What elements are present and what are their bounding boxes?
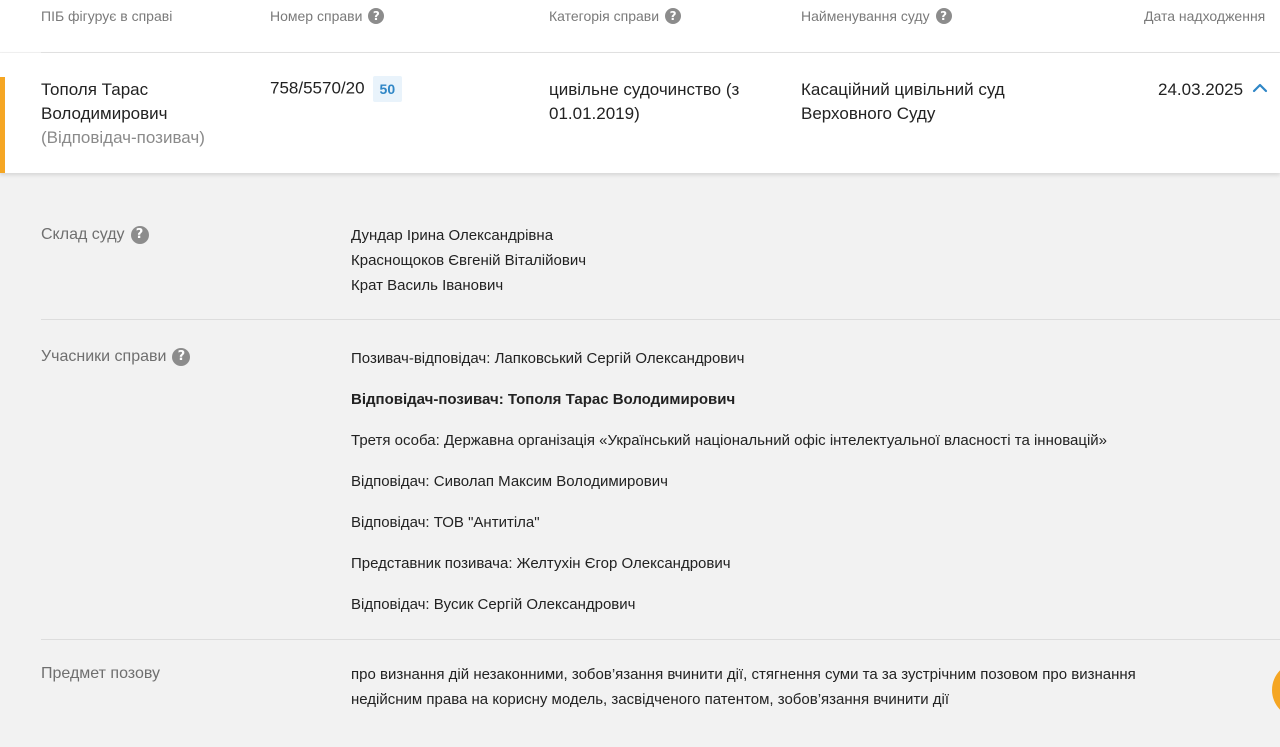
court-line1: Касаційний цивільний суд (801, 80, 1005, 99)
case-number: 758/5570/20 (270, 78, 365, 98)
composition-label-text: Склад суду (41, 226, 125, 243)
subject-label-text: Предмет позову (41, 665, 161, 682)
header-case-number-label: Номер справи (270, 8, 363, 24)
header-case-number: Номер справи ? (270, 8, 385, 24)
documents-count-badge[interactable]: 50 (372, 76, 403, 102)
help-icon[interactable]: ? (172, 348, 191, 366)
chevron-up-icon[interactable] (1251, 79, 1269, 97)
participant-item: Представник позивача: Желтухін Єгор Олек… (351, 555, 731, 572)
help-icon[interactable]: ? (368, 8, 385, 24)
date-cell: 24.03.2025 (1158, 78, 1269, 102)
section-divider (41, 319, 1280, 320)
header-person: ПІБ фігурує в справі (41, 8, 172, 24)
participants-list: Позивач-відповідач: Лапковський Сергій О… (351, 338, 1107, 625)
table-header: ПІБ фігурує в справі Номер справи ? Кате… (0, 0, 1280, 52)
help-icon[interactable]: ? (935, 8, 952, 24)
floating-action-button[interactable] (1272, 662, 1280, 718)
category-line2: 01.01.2019) (549, 104, 640, 123)
participants-label: Учасники справи ? (41, 348, 191, 366)
participant-item: Позивач-відповідач: Лапковський Сергій О… (351, 350, 745, 367)
case-details: Склад суду ? Дундар Ірина Олександрівна … (0, 176, 1280, 747)
court-line2: Верховного Суду (801, 104, 936, 123)
claim-subject: про визнання дій незаконними, зобов’язан… (351, 662, 1251, 712)
participant-item: Відповідач: Сиволап Максим Володимирович (351, 473, 668, 490)
person-name-line2: Володимирович (41, 104, 168, 123)
judge-item: Дундар Ірина Олександрівна (351, 227, 554, 244)
header-category: Категорія справи ? (549, 8, 682, 24)
header-person-label: ПІБ фігурує в справі (41, 8, 173, 24)
header-court: Найменування суду ? (801, 8, 952, 24)
header-date-label: Дата надходження (1144, 8, 1266, 24)
judge-item: Краснощоков Євгеній Віталійович (351, 252, 587, 269)
person-role: (Відповідач-позивач) (41, 128, 205, 147)
composition-label: Склад суду ? (41, 226, 149, 244)
participant-item: Відповідач: ТОВ "Антитіла" (351, 514, 540, 531)
judge-item: Крат Василь Іванович (351, 277, 504, 294)
participants-label-text: Учасники справи (41, 348, 167, 365)
participant-item: Відповідач: Вусик Сергій Олександрович (351, 596, 636, 613)
case-page: ПІБ фігурує в справі Номер справи ? Кате… (0, 0, 1280, 747)
header-category-label: Категорія справи (549, 8, 660, 24)
section-divider (41, 639, 1280, 640)
person-cell: Тополя Тарас Володимирович (Відповідач-п… (41, 78, 205, 150)
case-number-cell: 758/5570/20 50 (270, 76, 403, 102)
subject-label: Предмет позову (41, 665, 160, 683)
category-cell: цивільне судочинство (з 01.01.2019) (549, 78, 739, 126)
claim-subject-line1: про визнання дій незаконними, зобов’язан… (351, 666, 1136, 683)
court-cell: Касаційний цивільний суд Верховного Суду (801, 78, 1005, 126)
header-date: Дата надходження (1144, 8, 1265, 24)
help-icon[interactable]: ? (130, 226, 149, 244)
category-line1: цивільне судочинство (з (549, 80, 740, 99)
participant-item-current: Відповідач-позивач: Тополя Тарас Володим… (351, 391, 736, 408)
help-icon[interactable]: ? (665, 8, 682, 24)
person-name-line1: Тополя Тарас (41, 80, 149, 99)
judges-list: Дундар Ірина Олександрівна Краснощоков Є… (351, 223, 586, 298)
claim-subject-line2: недійсним права на корисну модель, засві… (351, 691, 950, 708)
selected-row-indicator (0, 77, 5, 173)
participant-item: Третя особа: Державна організація «Украї… (351, 432, 1108, 449)
received-date: 24.03.2025 (1158, 80, 1244, 99)
case-row[interactable]: Тополя Тарас Володимирович (Відповідач-п… (0, 53, 1280, 173)
header-court-label: Найменування суду (801, 8, 930, 24)
